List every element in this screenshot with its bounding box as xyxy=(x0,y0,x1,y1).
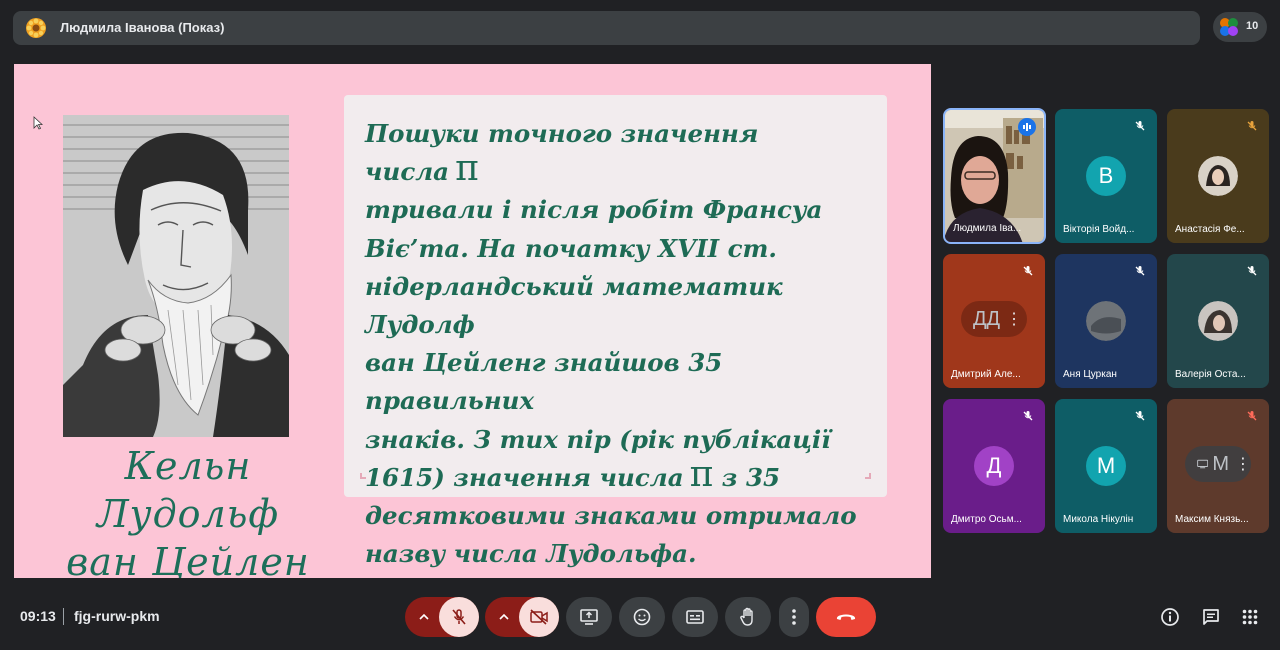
pi-symbol: π xyxy=(455,148,479,190)
activities-button[interactable] xyxy=(1236,603,1264,631)
meeting-code: fjg-rurw-pkm xyxy=(74,608,160,624)
participant-tile[interactable]: Анастасія Фе... xyxy=(1167,109,1269,243)
participant-avatars-icon xyxy=(1220,18,1238,36)
more-vert-icon xyxy=(792,609,796,625)
participant-avatar: Д xyxy=(974,446,1014,486)
participant-tile[interactable]: Аня Цуркан xyxy=(1055,254,1157,388)
muted-mic-icon xyxy=(1243,117,1261,135)
chat-button[interactable] xyxy=(1197,603,1225,631)
audio-settings-button[interactable] xyxy=(410,603,438,631)
participant-tile[interactable]: М Микола Нікулін xyxy=(1055,399,1157,533)
participant-tile-self[interactable]: Людмила Іва... xyxy=(943,108,1046,244)
caption-line-2: ван Цейлен xyxy=(66,540,310,578)
captions-button[interactable] xyxy=(672,597,718,637)
caption-line-1: Кельн Лудольф xyxy=(96,444,280,536)
portrait-engraving xyxy=(63,115,289,437)
chevron-up-icon xyxy=(419,613,429,620)
microphone-toggle-button[interactable] xyxy=(439,597,479,637)
muted-mic-icon xyxy=(1243,407,1261,425)
pi-symbol: π xyxy=(689,453,714,495)
participant-name: Аня Цуркан xyxy=(1063,369,1117,380)
end-call-icon xyxy=(836,614,856,620)
muted-mic-icon xyxy=(1019,262,1037,280)
present-screen-icon xyxy=(580,609,598,625)
slide-line: знаків. З тих пір (рік публікації xyxy=(365,424,831,454)
participant-name: Максим Князь... xyxy=(1175,514,1249,525)
muted-mic-icon xyxy=(1243,262,1261,280)
more-options-icon: ⋮ xyxy=(1006,311,1023,328)
leave-call-button[interactable] xyxy=(816,597,876,637)
speaking-indicator-icon xyxy=(1018,118,1036,136)
participant-tile[interactable]: М ⋮ Максим Князь... xyxy=(1167,399,1269,533)
raise-hand-button[interactable] xyxy=(725,597,771,637)
participant-count: 10 xyxy=(1246,20,1259,32)
participant-tile[interactable]: Д Дмитро Осьм... xyxy=(943,399,1045,533)
divider xyxy=(63,608,64,625)
participant-name: Вікторія Войд... xyxy=(1063,224,1135,235)
presenter-bar[interactable]: Людмила Іванова (Показ) xyxy=(13,11,1200,45)
reactions-button[interactable] xyxy=(619,597,665,637)
raise-hand-icon xyxy=(740,607,753,626)
slide-line: нідерландський математик Лудолф xyxy=(365,271,783,340)
participant-tile[interactable]: Валерія Оста... xyxy=(1167,254,1269,388)
meeting-details-button[interactable] xyxy=(1156,603,1184,631)
participant-name: Дмитрий Але... xyxy=(951,369,1021,380)
participant-name: Людмила Іва... xyxy=(953,223,1022,234)
participant-avatar xyxy=(1198,301,1238,341)
presenter-avatar-icon xyxy=(26,18,46,38)
participant-name: Анастасія Фе... xyxy=(1175,224,1245,235)
participant-avatar xyxy=(1086,301,1126,341)
mouse-cursor-icon xyxy=(33,116,43,130)
participant-name: Дмитро Осьм... xyxy=(951,514,1022,525)
camera-off-icon xyxy=(530,609,548,625)
slide-text-box: Пошуки точного значення числа π тривали і… xyxy=(344,95,887,568)
slide-line: Пошуки точного значення числа π xyxy=(365,119,759,190)
participant-name: Валерія Оста... xyxy=(1175,369,1246,380)
more-options-icon: ⋮ xyxy=(1235,456,1251,473)
participant-avatar: В xyxy=(1086,156,1126,196)
chat-icon xyxy=(1203,609,1219,625)
portrait-image xyxy=(63,115,289,437)
slide-line: 1615) значення числа π з 35 xyxy=(365,453,781,495)
corner-mark xyxy=(865,473,871,479)
muted-mic-icon xyxy=(1019,407,1037,425)
mic-off-icon xyxy=(452,609,466,625)
slide-line: Віє’та. На початку XVII ст. xyxy=(365,233,777,263)
slide-line: десятковими знаками отримало xyxy=(365,501,857,531)
muted-mic-icon xyxy=(1131,262,1149,280)
corner-mark xyxy=(360,473,366,479)
presenter-title: Людмила Іванова (Показ) xyxy=(60,20,225,35)
slide-line: тривали і після робіт Франсуа xyxy=(365,195,823,225)
participant-avatar: М xyxy=(1086,446,1126,486)
chevron-up-icon xyxy=(499,613,509,620)
portrait-caption: Кельн Лудольф ван Цейлен xyxy=(48,442,328,578)
video-settings-button[interactable] xyxy=(490,603,518,631)
muted-mic-icon xyxy=(1131,407,1149,425)
participant-tile[interactable]: В Вікторія Войд... xyxy=(1055,109,1157,243)
meeting-clock: 09:13 xyxy=(20,608,56,624)
participant-options-pill[interactable]: М ⋮ xyxy=(1185,446,1251,482)
shared-screen: Кельн Лудольф ван Цейлен Пошуки точного … xyxy=(14,64,931,578)
captions-icon xyxy=(686,610,704,624)
slide-line: ван Цейленг знайшов 35 правильних xyxy=(365,348,723,416)
slide-body-text: Пошуки точного значення числа π тривали і… xyxy=(365,115,875,573)
info-icon xyxy=(1161,608,1179,626)
participant-options-pill[interactable]: ДД ⋮ xyxy=(961,301,1027,337)
apps-grid-icon xyxy=(1242,609,1258,625)
participants-button[interactable]: 10 xyxy=(1213,12,1267,42)
slide-line: назву числа Лудольфа. xyxy=(365,539,697,569)
emoji-icon xyxy=(633,608,651,626)
screen-share-icon xyxy=(1197,459,1209,469)
participant-name: Микола Нікулін xyxy=(1063,514,1134,525)
muted-mic-icon xyxy=(1131,117,1149,135)
participant-tile[interactable]: ДД ⋮ Дмитрий Але... xyxy=(943,254,1045,388)
participant-avatar xyxy=(1198,156,1238,196)
present-screen-button[interactable] xyxy=(566,597,612,637)
camera-toggle-button[interactable] xyxy=(519,597,559,637)
more-options-button[interactable] xyxy=(779,597,809,637)
